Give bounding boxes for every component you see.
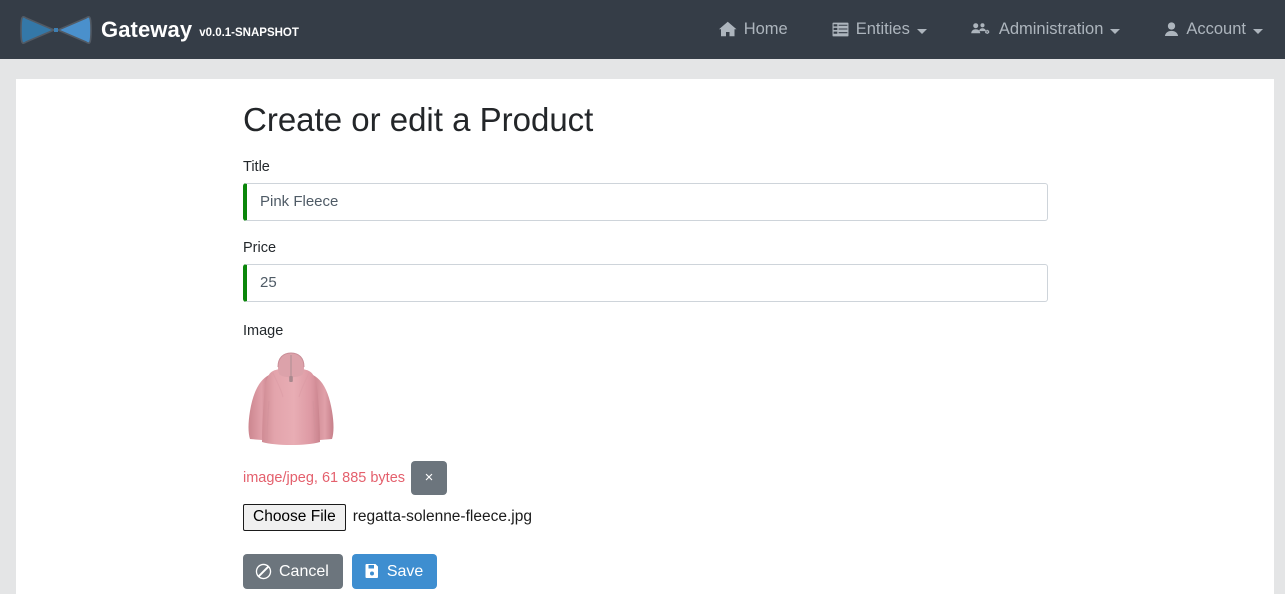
nav-item-home[interactable]: Home	[719, 20, 788, 39]
title-input[interactable]	[243, 183, 1048, 221]
user-icon	[1164, 21, 1179, 38]
home-icon	[719, 21, 737, 38]
brand-version: v0.0.1-SNAPSHOT	[199, 27, 299, 39]
title-label: Title	[243, 159, 1048, 175]
save-button[interactable]: Save	[352, 554, 437, 589]
brand-link[interactable]: Gateway v0.0.1-SNAPSHOT	[20, 0, 299, 59]
price-label: Price	[243, 240, 1048, 256]
nav-item-entities[interactable]: Entities	[832, 20, 927, 39]
cancel-button[interactable]: Cancel	[243, 554, 343, 589]
floppy-save-icon	[364, 563, 387, 579]
nav-item-home-label: Home	[744, 20, 788, 39]
nav-item-administration-label: Administration	[999, 20, 1104, 39]
selected-file-name: regatta-solenne-fleece.jpg	[353, 508, 532, 526]
page-title: Create or edit a Product	[243, 79, 1048, 140]
file-meta-text: image/jpeg, 61 885 bytes	[243, 470, 405, 486]
field-group-image: Image	[243, 323, 1048, 531]
file-meta-row: image/jpeg, 61 885 bytes ×	[243, 461, 1048, 495]
nav-item-entities-label: Entities	[856, 20, 910, 39]
users-cog-icon	[971, 21, 992, 38]
jhipster-bowtie-logo-icon	[20, 11, 92, 49]
table-list-icon	[832, 21, 849, 38]
choose-file-button[interactable]: Choose File	[243, 504, 346, 531]
ban-icon	[255, 563, 279, 580]
pink-fleece-pullover-image-icon	[243, 349, 1048, 450]
chevron-down-icon	[917, 29, 927, 34]
form-actions: Cancel Save	[243, 554, 1048, 589]
content-card: Create or edit a Product Title Price Ima…	[16, 79, 1274, 594]
save-button-label: Save	[387, 562, 423, 581]
nav-item-account-label: Account	[1186, 20, 1246, 39]
navbar: Gateway v0.0.1-SNAPSHOT Home Entities	[0, 0, 1285, 59]
field-group-title: Title	[243, 159, 1048, 221]
chevron-down-icon	[1110, 29, 1120, 34]
brand-name: Gateway	[101, 17, 192, 43]
image-label: Image	[243, 323, 1048, 339]
product-form: Create or edit a Product Title Price Ima…	[243, 79, 1048, 589]
nav-item-account[interactable]: Account	[1164, 20, 1263, 39]
price-input[interactable]	[243, 264, 1048, 302]
chevron-down-icon	[1253, 29, 1263, 34]
cancel-button-label: Cancel	[279, 562, 329, 581]
file-input-row[interactable]: Choose File regatta-solenne-fleece.jpg	[243, 504, 1048, 531]
nav-item-administration[interactable]: Administration	[971, 20, 1121, 39]
clear-image-button[interactable]: ×	[411, 461, 447, 495]
field-group-price: Price	[243, 240, 1048, 302]
navbar-menu: Home Entities	[719, 0, 1263, 59]
